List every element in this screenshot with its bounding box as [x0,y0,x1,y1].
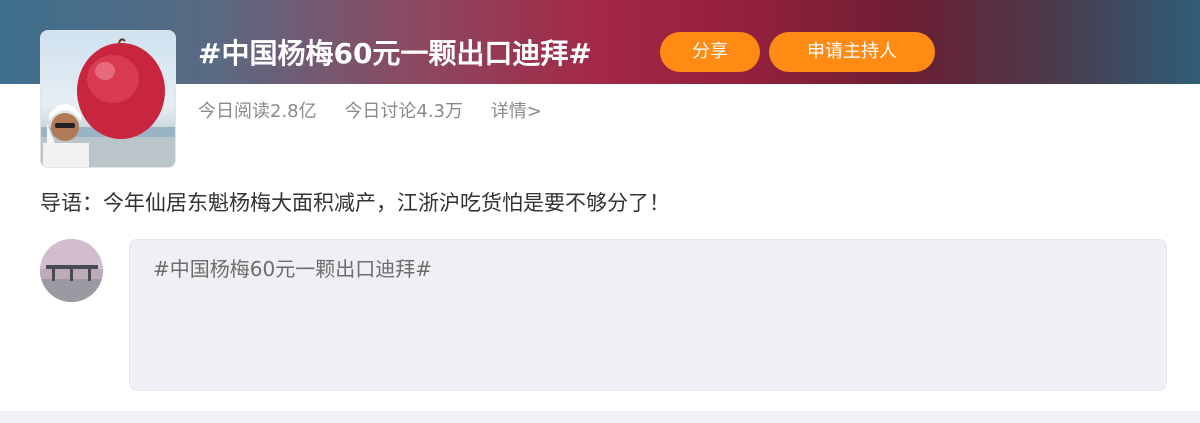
user-avatar-icon [40,239,103,302]
today-reads: 今日阅读2.8亿 [198,101,317,122]
topic-card: #中国杨梅60元一颗出口迪拜# 分享 申请主持人 今日阅读2.8亿 今日讨论4.… [0,0,1200,411]
user-avatar[interactable] [40,239,103,302]
today-discussions: 今日讨论4.3万 [344,101,464,122]
bayberry-photo-icon [41,38,175,167]
detail-link[interactable]: 详情> [491,101,542,122]
apply-host-button[interactable]: 申请主持人 [769,32,935,72]
topic-image[interactable] [40,30,176,168]
topic-title: #中国杨梅60元一颗出口迪拜# [198,37,592,70]
topic-banner [0,0,1200,84]
share-button[interactable]: 分享 [660,32,760,72]
comment-input[interactable]: #中国杨梅60元一颗出口迪拜# [129,239,1167,391]
comment-input-text: #中国杨梅60元一颗出口迪拜# [153,257,432,281]
topic-guide: 导语：今年仙居东魁杨梅大面积减产，江浙沪吃货怕是要不够分了！ [40,191,670,215]
topic-stats: 今日阅读2.8亿 今日讨论4.3万 详情> [198,98,564,126]
